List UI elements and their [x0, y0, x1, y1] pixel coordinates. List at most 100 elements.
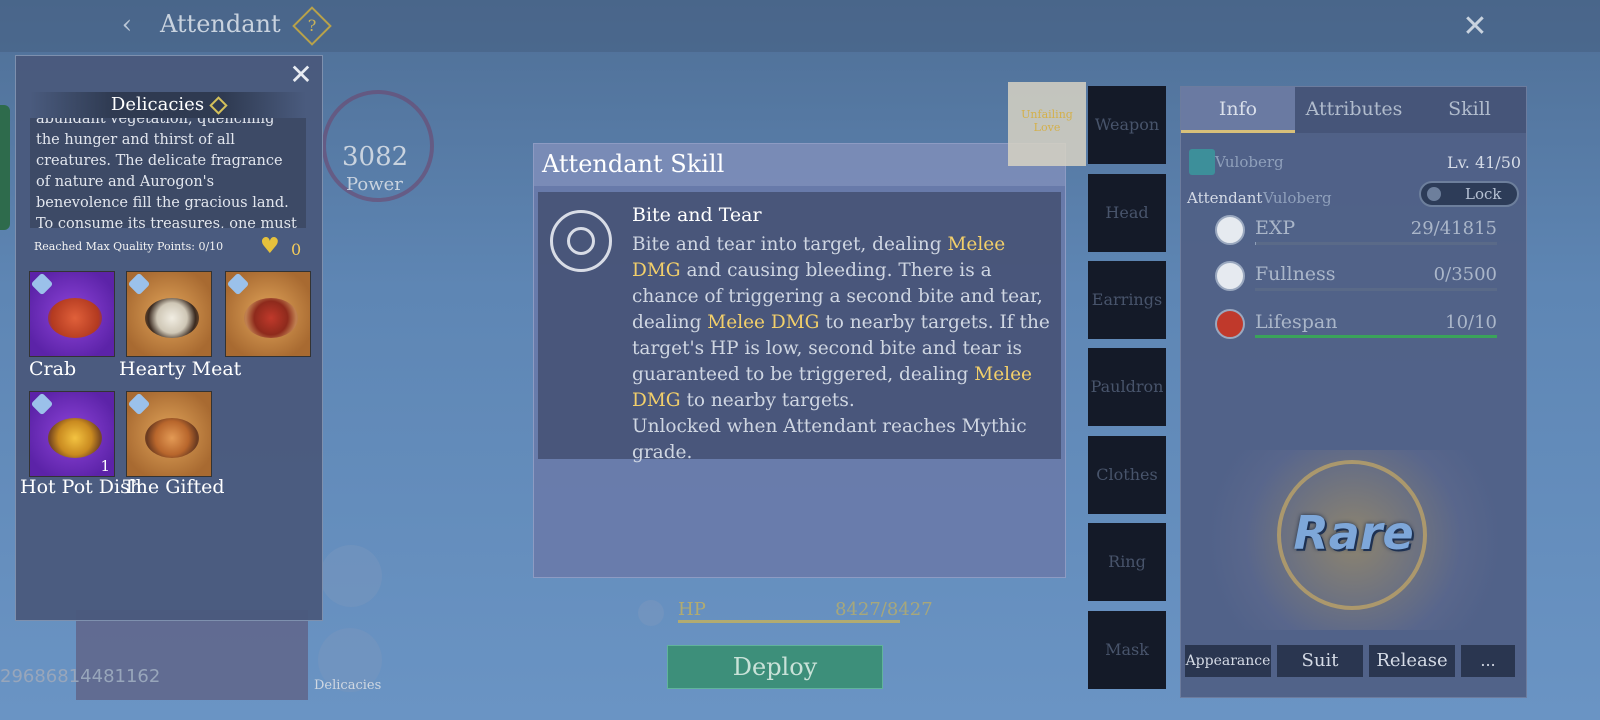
crab-icon	[48, 298, 102, 338]
slot-label: Head	[1105, 203, 1149, 222]
lock-label: Lock	[1465, 185, 1502, 203]
deploy-button[interactable]: Deploy	[667, 645, 883, 689]
page-title: Attendant	[160, 10, 281, 38]
hp-drop-icon	[638, 600, 664, 626]
slot-label: Clothes	[1096, 465, 1158, 484]
equipment-highlight-label: Unfailing Love	[1021, 108, 1073, 134]
slot-weapon[interactable]: Weapon	[1088, 86, 1166, 164]
bite-skill-icon	[550, 210, 612, 272]
rune-icon	[127, 272, 151, 296]
item-count: 1	[100, 457, 110, 475]
delicacies-title-text: Delicacies	[110, 94, 205, 115]
tab-info[interactable]: Info	[1181, 87, 1295, 133]
rune-icon	[30, 272, 54, 296]
heart-icon	[1215, 309, 1245, 339]
stat-label: EXP	[1255, 217, 1296, 239]
lifespan-bar	[1255, 335, 1497, 338]
slot-label: Ring	[1108, 552, 1146, 571]
hp-label: HP	[678, 599, 706, 620]
skill-name: Bite and Tear	[632, 204, 762, 226]
food-item-label: The Gifted	[123, 476, 225, 498]
tab-skill[interactable]: Skill	[1413, 87, 1526, 133]
food-item-hearty-meat[interactable]	[126, 271, 212, 357]
lock-toggle[interactable]: Lock	[1419, 181, 1519, 207]
rarity-emblem: Rare	[1181, 450, 1526, 630]
slot-earrings[interactable]: Earrings	[1088, 261, 1166, 339]
fullness-icon	[1215, 261, 1245, 291]
skill-icon-inner	[567, 227, 595, 255]
side-tab[interactable]	[0, 105, 10, 230]
power-value: 3082	[342, 142, 409, 172]
equipment-highlight[interactable]: Unfailing Love	[1008, 82, 1086, 166]
roast-dish-icon	[145, 418, 199, 458]
rune-icon	[30, 392, 54, 416]
food-item-hot-pot-dish[interactable]: 1	[29, 391, 115, 477]
slot-label: Weapon	[1094, 115, 1160, 134]
help-icon[interactable]	[209, 95, 228, 115]
unlock-condition: Unlocked when Attendant reaches Mythic g…	[632, 416, 1027, 463]
exp-icon	[1215, 215, 1245, 245]
player-id: 29686814481162	[0, 666, 161, 687]
desc-highlight: Melee DMG	[707, 312, 820, 333]
release-button[interactable]: Release	[1369, 645, 1455, 677]
food-item-label: Crab	[29, 358, 77, 380]
info-panel: Info Attributes Skill Vuloberg Lv. 41/50…	[1180, 86, 1527, 698]
quality-points-label: Reached Max Quality Points: 0/10	[34, 240, 224, 253]
hp-bar	[678, 620, 900, 623]
heart-icon: ♥	[260, 234, 280, 259]
delicacies-shortcut-label: Delicacies	[314, 678, 382, 693]
attendant-name-secondary: Vuloberg	[1263, 189, 1332, 207]
attendant-label: Attendant	[1187, 189, 1263, 207]
back-arrow-icon[interactable]: ‹	[112, 10, 142, 40]
skill-detail-box: Bite and Tear Bite and tear into target,…	[538, 192, 1061, 463]
lifespan-bar-fill	[1255, 335, 1497, 338]
stat-label: Lifespan	[1255, 311, 1338, 333]
food-item-the-gifted[interactable]	[126, 391, 212, 477]
skill-description: Bite and tear into target, dealing Melee…	[632, 232, 1052, 466]
slot-label: Pauldron	[1090, 377, 1164, 396]
heart-count: 0	[291, 240, 302, 259]
tab-bar: Info Attributes Skill	[1181, 87, 1526, 133]
stew-dish-icon	[244, 298, 298, 338]
rarity-label: Rare	[1293, 506, 1414, 560]
tab-attributes[interactable]: Attributes	[1295, 87, 1413, 133]
slot-ring[interactable]: Ring	[1088, 523, 1166, 601]
desc-text: to nearby targets.	[680, 390, 855, 411]
food-item-stew[interactable]	[225, 271, 311, 357]
desc-text: Bite and tear into target, dealing	[632, 234, 948, 255]
close-icon[interactable]: ✕	[284, 58, 318, 92]
slot-mask[interactable]: Mask	[1088, 611, 1166, 689]
stat-value: 10/10	[1445, 312, 1497, 333]
stat-label: Fullness	[1255, 263, 1336, 285]
suit-button[interactable]: Suit	[1277, 645, 1363, 677]
slot-pauldron[interactable]: Pauldron	[1088, 348, 1166, 426]
meatball-dish-icon	[145, 298, 199, 338]
skill-title-bar: Attendant Skill	[534, 144, 1065, 186]
exp-bar	[1255, 242, 1497, 245]
attendant-type-icon	[1189, 149, 1215, 175]
attendant-skill-popup: Attendant Skill Bite and Tear Bite and t…	[533, 143, 1066, 578]
rune-icon	[127, 392, 151, 416]
food-item-label: Hearty Meat	[119, 358, 242, 380]
more-button[interactable]: ...	[1461, 645, 1515, 677]
level-label: Lv. 41/50	[1447, 153, 1522, 172]
food-item-crab[interactable]	[29, 271, 115, 357]
delicacies-description-box[interactable]: abundant vegetation, quenching the hunge…	[30, 118, 306, 228]
feed-shortcut-icon[interactable]	[320, 545, 382, 607]
close-icon[interactable]: ✕	[1458, 10, 1492, 44]
slot-label: Mask	[1105, 640, 1149, 659]
slot-clothes[interactable]: Clothes	[1088, 436, 1166, 514]
fullness-bar	[1255, 288, 1497, 291]
delicacies-panel: ✕ Delicacies abundant vegetation, quench…	[15, 55, 323, 621]
slot-label: Earrings	[1091, 290, 1163, 309]
toggle-knob	[1427, 187, 1441, 201]
slot-head[interactable]: Head	[1088, 174, 1166, 252]
skill-popup-title: Attendant Skill	[542, 150, 725, 178]
question-mark-icon: ?	[307, 16, 317, 35]
delicacies-title: Delicacies	[30, 92, 306, 118]
delicacies-description: abundant vegetation, quenching the hunge…	[36, 118, 297, 228]
stat-value: 29/41815	[1410, 218, 1497, 239]
hot-pot-icon	[48, 418, 102, 458]
appearance-button[interactable]: Appearance	[1185, 645, 1271, 677]
hp-value: 8427/8427	[835, 599, 933, 620]
